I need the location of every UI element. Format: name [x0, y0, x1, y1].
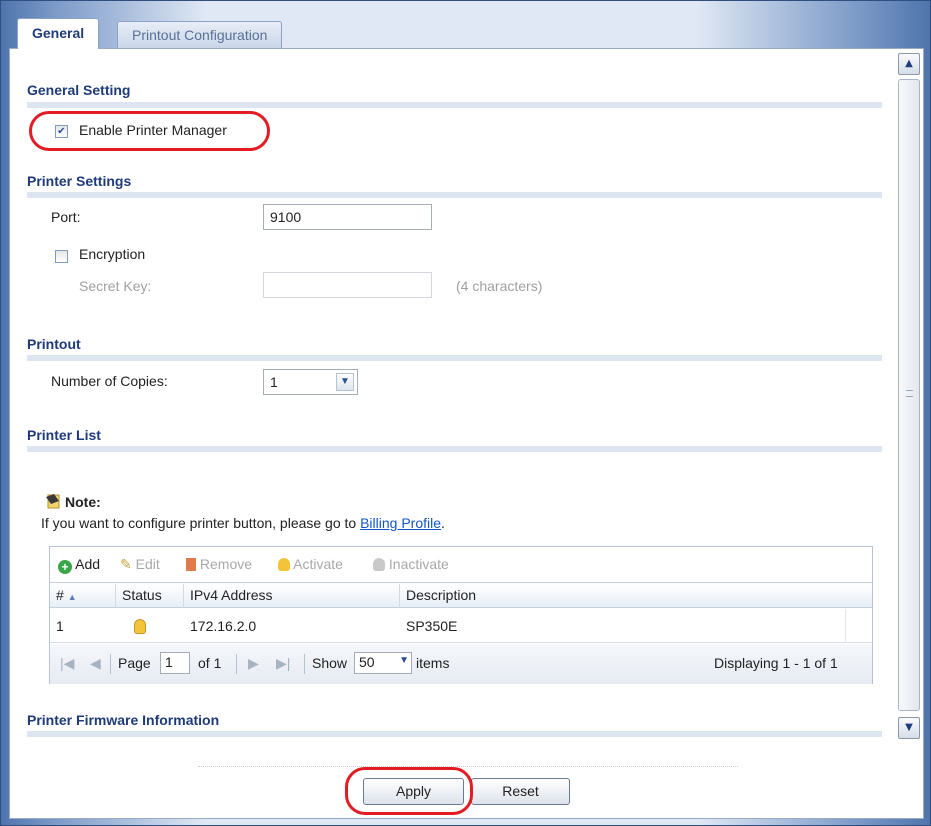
note-title: Note: — [65, 494, 101, 510]
table-row[interactable]: 1 172.16.2.0 SP350E — [50, 609, 872, 643]
section-divider — [27, 192, 882, 198]
reset-button[interactable]: Reset — [471, 778, 570, 805]
activate-label: Activate — [293, 556, 343, 572]
billing-profile-link[interactable]: Billing Profile — [360, 515, 441, 531]
inactivate-label: Inactivate — [388, 556, 449, 572]
vertical-scrollbar[interactable]: ▲ ▼ — [898, 51, 920, 741]
sort-ascending-icon: ▲ — [67, 592, 77, 602]
section-divider — [27, 355, 882, 361]
remove-label: Remove — [199, 556, 253, 572]
enable-printer-manager-checkbox[interactable]: ✔ — [55, 125, 68, 138]
scroll-up-icon[interactable]: ▲ — [898, 53, 920, 75]
pager-divider — [236, 654, 237, 674]
lightbulb-on-icon — [134, 619, 146, 634]
encryption-checkbox[interactable] — [55, 250, 68, 263]
note-icon — [45, 493, 62, 509]
note-message: If you want to configure printer button,… — [41, 515, 361, 531]
section-title-printer-firmware-information: Printer Firmware Information — [27, 712, 220, 728]
activate-button[interactable]: Activate — [278, 556, 343, 572]
next-page-icon[interactable]: ▶ — [248, 655, 259, 672]
encryption-label: Encryption — [79, 246, 146, 262]
pager-divider — [110, 654, 111, 674]
pager-divider — [304, 654, 305, 674]
table-pager: |◀ ◀ Page 1 of 1 ▶ ▶| Show 50 ▼ items Di… — [50, 644, 872, 684]
add-label: Add — [75, 556, 101, 572]
enable-printer-manager-label: Enable Printer Manager — [79, 122, 227, 138]
grip-icon — [906, 390, 913, 397]
inactivate-button[interactable]: Inactivate — [373, 556, 449, 572]
add-icon: + — [58, 560, 72, 574]
row-ipv4-address: 172.16.2.0 — [190, 618, 257, 634]
note-text: If you want to configure printer button,… — [41, 515, 445, 531]
page-size-value: 50 — [359, 654, 375, 670]
window-frame: General Printout Configuration General S… — [0, 0, 931, 826]
displaying-label: Displaying 1 - 1 of 1 — [714, 655, 838, 671]
page-count-label: of 1 — [198, 655, 222, 671]
column-header-description[interactable]: Description — [400, 584, 872, 608]
items-label: items — [416, 655, 450, 671]
page-number-input[interactable]: 1 — [160, 652, 190, 674]
section-divider — [27, 446, 882, 452]
section-divider — [27, 102, 882, 108]
remove-button[interactable]: Remove — [186, 556, 252, 572]
secret-key-input[interactable] — [263, 272, 432, 298]
printer-list-table: + Add ✎ Edit Remove Activate Inactivate — [49, 546, 873, 684]
page-label: Page — [118, 655, 151, 671]
column-header-index-label: # — [56, 587, 64, 603]
edit-label: Edit — [135, 556, 160, 572]
edit-icon: ✎ — [120, 556, 132, 572]
secret-key-label: Secret Key: — [79, 278, 152, 294]
show-label: Show — [312, 655, 348, 671]
section-divider — [27, 731, 882, 737]
status-cell — [116, 609, 184, 643]
tab-printout-configuration[interactable]: Printout Configuration — [117, 21, 283, 48]
section-title-general-setting: General Setting — [27, 82, 131, 98]
column-header-ipv4-address[interactable]: IPv4 Address — [184, 584, 400, 608]
chevron-down-icon[interactable]: ▼ — [399, 655, 409, 666]
last-page-icon[interactable]: ▶| — [276, 655, 290, 672]
table-header: # ▲ Status IPv4 Address Description — [50, 584, 872, 608]
trash-icon — [186, 558, 196, 571]
number-of-copies-select[interactable]: 1 ▼ — [263, 369, 358, 395]
page-size-select[interactable]: 50 ▼ — [354, 652, 412, 674]
tab-general[interactable]: General — [17, 18, 100, 49]
first-page-icon[interactable]: |◀ — [60, 655, 74, 672]
lightbulb-on-icon — [278, 558, 290, 571]
table-toolbar: + Add ✎ Edit Remove Activate Inactivate — [50, 547, 872, 583]
add-button[interactable]: + Add — [58, 556, 100, 574]
port-input[interactable]: 9100 — [263, 204, 432, 230]
lightbulb-off-icon — [373, 558, 385, 571]
column-header-status[interactable]: Status — [116, 584, 184, 608]
apply-button[interactable]: Apply — [363, 778, 464, 805]
column-header-index[interactable]: # ▲ — [50, 584, 116, 608]
edit-button[interactable]: ✎ Edit — [120, 556, 160, 573]
number-of-copies-label: Number of Copies: — [51, 373, 168, 389]
previous-page-icon[interactable]: ◀ — [90, 655, 101, 672]
port-label: Port: — [51, 209, 81, 225]
chevron-down-icon[interactable]: ▼ — [336, 373, 354, 391]
content-panel — [9, 48, 924, 819]
footer-divider — [198, 766, 738, 767]
section-title-printer-list: Printer List — [27, 427, 101, 443]
row-index: 1 — [56, 618, 64, 634]
scrollbar-thumb[interactable] — [898, 79, 920, 711]
section-title-printer-settings: Printer Settings — [27, 173, 132, 189]
note-period: . — [441, 515, 445, 531]
number-of-copies-value: 1 — [270, 374, 278, 390]
secret-key-hint: (4 characters) — [456, 278, 543, 294]
section-title-printout: Printout — [27, 336, 81, 352]
row-description: SP350E — [400, 609, 846, 643]
scroll-down-icon[interactable]: ▼ — [898, 717, 920, 739]
